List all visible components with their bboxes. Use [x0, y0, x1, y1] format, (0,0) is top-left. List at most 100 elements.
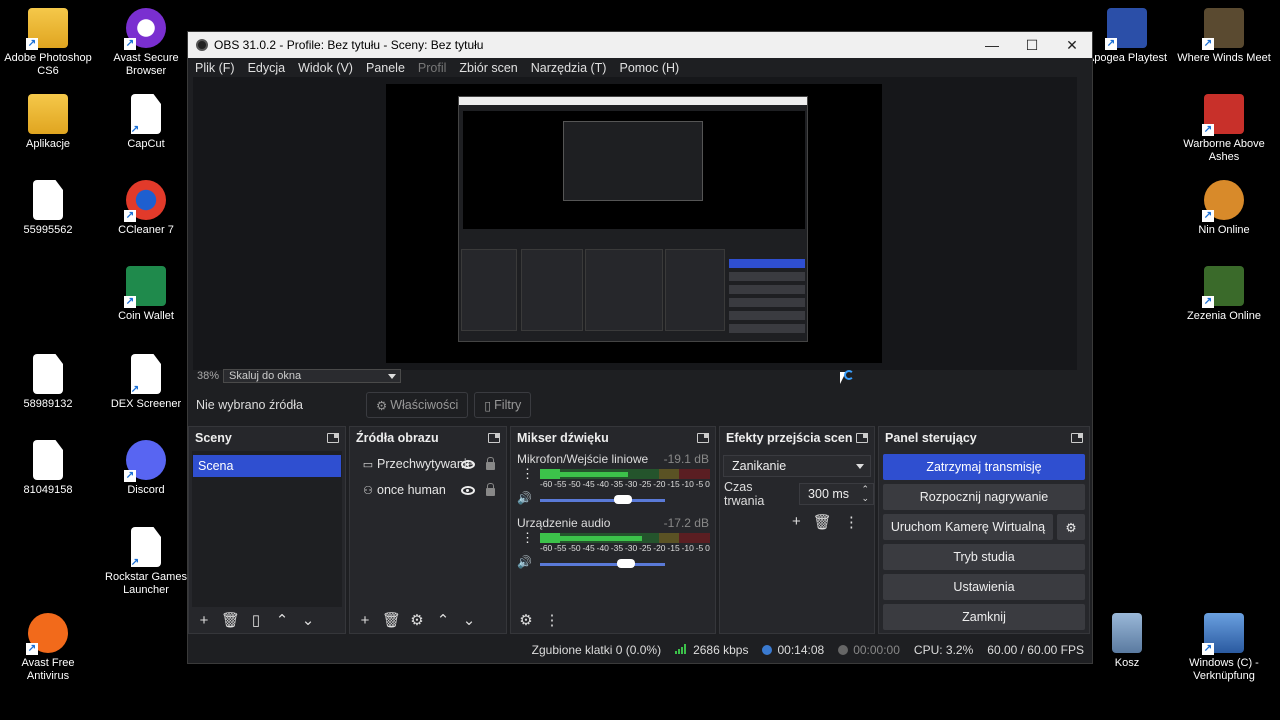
menu-help[interactable]: Pomoc (H) — [619, 61, 679, 75]
duration-input[interactable]: 300 ms ⌃ ⌄ — [799, 483, 874, 505]
desktop-icon-discord[interactable]: ↗ Discord — [98, 440, 194, 497]
move-up-icon[interactable]: ⌃ — [434, 611, 452, 629]
scale-mode-select[interactable]: Skaluj do okna — [223, 369, 401, 383]
move-down-icon[interactable]: ⌄ — [299, 611, 317, 629]
source-item-capture[interactable]: ▭ Przechwytywanie — [353, 451, 503, 477]
volume-slider-knob[interactable] — [613, 495, 632, 504]
stop-streaming-button[interactable]: Zatrzymaj transmisję — [883, 454, 1085, 480]
meter-segment — [679, 469, 710, 479]
desktop-icon-windows-c[interactable]: ↗ Windows (C) - Verknüpfung — [1176, 613, 1272, 683]
trash-icon[interactable]: 🗑 — [221, 611, 240, 629]
kebab-menu-icon[interactable]: ⋮ — [521, 467, 534, 480]
game-icon: ↗ — [1202, 8, 1244, 50]
gear-icon[interactable]: ⚙ — [408, 611, 426, 629]
meter-tick-label: -35 — [610, 543, 624, 553]
minimize-button[interactable]: — — [972, 37, 1012, 53]
speaker-icon[interactable]: 🔊 — [517, 555, 532, 569]
trash-icon[interactable]: 🗑 — [813, 513, 832, 531]
desktop-icon-capcut[interactable]: ↗ CapCut — [98, 94, 194, 151]
filter-icon[interactable]: ▯ — [247, 611, 265, 629]
desktop-icon-81049158[interactable]: 81049158 — [0, 440, 96, 497]
speaker-icon[interactable]: 🔊 — [517, 491, 532, 505]
add-icon[interactable]: + — [356, 612, 374, 629]
volume-meter — [540, 469, 710, 479]
kebab-menu-icon[interactable]: ⋮ — [844, 513, 859, 531]
virtual-camera-settings-gear-icon[interactable]: ⚙ — [1057, 514, 1085, 540]
menu-view[interactable]: Widok (V) — [298, 61, 353, 75]
undock-icon[interactable] — [697, 433, 709, 443]
desktop-icon-nin-online[interactable]: ↗ Nin Online — [1176, 180, 1272, 237]
desktop-icon-avast-antivirus[interactable]: ↗ Avast Free Antivirus — [0, 613, 96, 683]
menu-file[interactable]: Plik (F) — [195, 61, 235, 75]
menu-scene-collection[interactable]: Zbiór scen — [459, 61, 517, 75]
source-item-once-human[interactable]: ⚇ once human — [353, 477, 503, 503]
desktop-icon-ccleaner[interactable]: ↗ CCleaner 7 — [98, 180, 194, 237]
trash-icon[interactable]: 🗑 — [382, 611, 401, 629]
meter-tick-label: -5 — [695, 479, 704, 489]
close-button[interactable]: ✕ — [1052, 37, 1092, 54]
desktop-icon-photoshop[interactable]: ↗ Adobe Photoshop CS6 — [0, 8, 96, 78]
exit-button[interactable]: Zamknij — [883, 604, 1085, 630]
filters-button[interactable]: ▯ Filtry — [474, 392, 532, 418]
volume-slider[interactable] — [540, 499, 665, 502]
maximize-button[interactable]: ☐ — [1012, 37, 1052, 54]
visibility-eye-icon[interactable] — [461, 485, 475, 495]
ninja-icon: ↗ — [1202, 180, 1244, 222]
add-icon[interactable]: + — [792, 513, 801, 531]
studio-mode-button[interactable]: Tryb studia — [883, 544, 1085, 570]
move-down-icon[interactable]: ⌄ — [460, 611, 478, 629]
start-recording-button[interactable]: Rozpocznij nagrywanie — [883, 484, 1085, 510]
lock-icon[interactable] — [486, 483, 495, 496]
volume-slider-knob[interactable] — [617, 559, 636, 568]
kebab-menu-icon[interactable]: ⋮ — [543, 611, 561, 629]
avast-browser-icon: ↗ — [124, 8, 166, 50]
desktop-icon-zezenia[interactable]: ↗ Zezenia Online — [1176, 266, 1272, 323]
scene-item[interactable]: Scena — [193, 455, 341, 477]
visibility-eye-icon[interactable] — [461, 459, 475, 469]
desktop-icon-dex-screener[interactable]: ↗ DEX Screener — [98, 354, 194, 411]
lock-icon[interactable] — [486, 457, 495, 470]
move-up-icon[interactable]: ⌃ — [273, 611, 291, 629]
menu-profile[interactable]: Profil — [418, 61, 446, 75]
document-icon — [33, 180, 63, 220]
volume-slider[interactable] — [540, 563, 665, 566]
preview-canvas[interactable] — [386, 84, 882, 363]
undock-icon[interactable] — [856, 433, 868, 443]
properties-button[interactable]: ⚙ Właściwości — [366, 392, 469, 418]
desktop-icon-warborne[interactable]: ↗ Warborne Above Ashes — [1176, 94, 1272, 164]
add-icon[interactable]: + — [195, 612, 213, 629]
menu-tools[interactable]: Narzędzia (T) — [531, 61, 607, 75]
desktop-icon-avast-browser[interactable]: ↗ Avast Secure Browser — [98, 8, 194, 78]
kebab-menu-icon[interactable]: ⋮ — [521, 531, 534, 544]
transition-select[interactable]: Zanikanie — [723, 455, 871, 477]
desktop-icon-apogea[interactable]: ↗ Apogea Playtest — [1079, 8, 1175, 65]
preview-area[interactable] — [193, 77, 1077, 370]
desktop-icon-58989132[interactable]: 58989132 — [0, 354, 96, 411]
undock-icon[interactable] — [488, 433, 500, 443]
mixer-dock: Mikser dźwięku Mikrofon/Wejście liniowe -… — [510, 426, 716, 634]
source-label: Przechwytywanie — [377, 457, 474, 471]
stream-status: 00:14:08 — [762, 643, 824, 657]
advanced-audio-gear-icon[interactable]: ⚙ — [517, 611, 535, 629]
meter-tick-label: -35 — [610, 479, 624, 489]
undock-icon[interactable] — [1071, 433, 1083, 443]
menu-edit[interactable]: Edycja — [248, 61, 286, 75]
sources-dock: Źródła obrazu ▭ Przechwytywanie ⚇ once h… — [349, 426, 507, 634]
start-virtual-camera-button[interactable]: Uruchom Kamerę Wirtualną — [883, 514, 1053, 540]
desktop-icon-55995562[interactable]: 55995562 — [0, 180, 96, 237]
desktop-icon-recycle-bin[interactable]: Kosz — [1079, 613, 1175, 670]
settings-button[interactable]: Ustawienia — [883, 574, 1085, 600]
undock-icon[interactable] — [327, 433, 339, 443]
desktop-icon-rockstar[interactable]: ↗ Rockstar Games Launcher — [98, 527, 194, 597]
title-bar: OBS 31.0.2 - Profile: Bez tytułu - Sceny… — [188, 32, 1092, 58]
source-toolbar: Nie wybrano źródła ⚙ Właściwości ▯ Filtr… — [188, 388, 1092, 422]
desktop-icon-aplikacje[interactable]: Aplikacje — [0, 94, 96, 151]
meter-ticks: -60 -55 -50 -45 -40 -35 -30 -25 -20 -15 -10 -5 0 — [540, 479, 710, 489]
meter-tick-label: -15 — [667, 479, 680, 489]
desktop-icon-coin-wallet[interactable]: ↗ Coin Wallet — [98, 266, 194, 323]
desktop-icon-where-winds-meet[interactable]: ↗ Where Winds Meet — [1176, 8, 1272, 65]
duration-label: Czas trwania — [724, 480, 765, 508]
spinner-arrows-icon[interactable]: ⌃ ⌄ — [861, 485, 869, 503]
meter-tick-label: -10 — [681, 479, 694, 489]
menu-docks[interactable]: Panele — [366, 61, 405, 75]
